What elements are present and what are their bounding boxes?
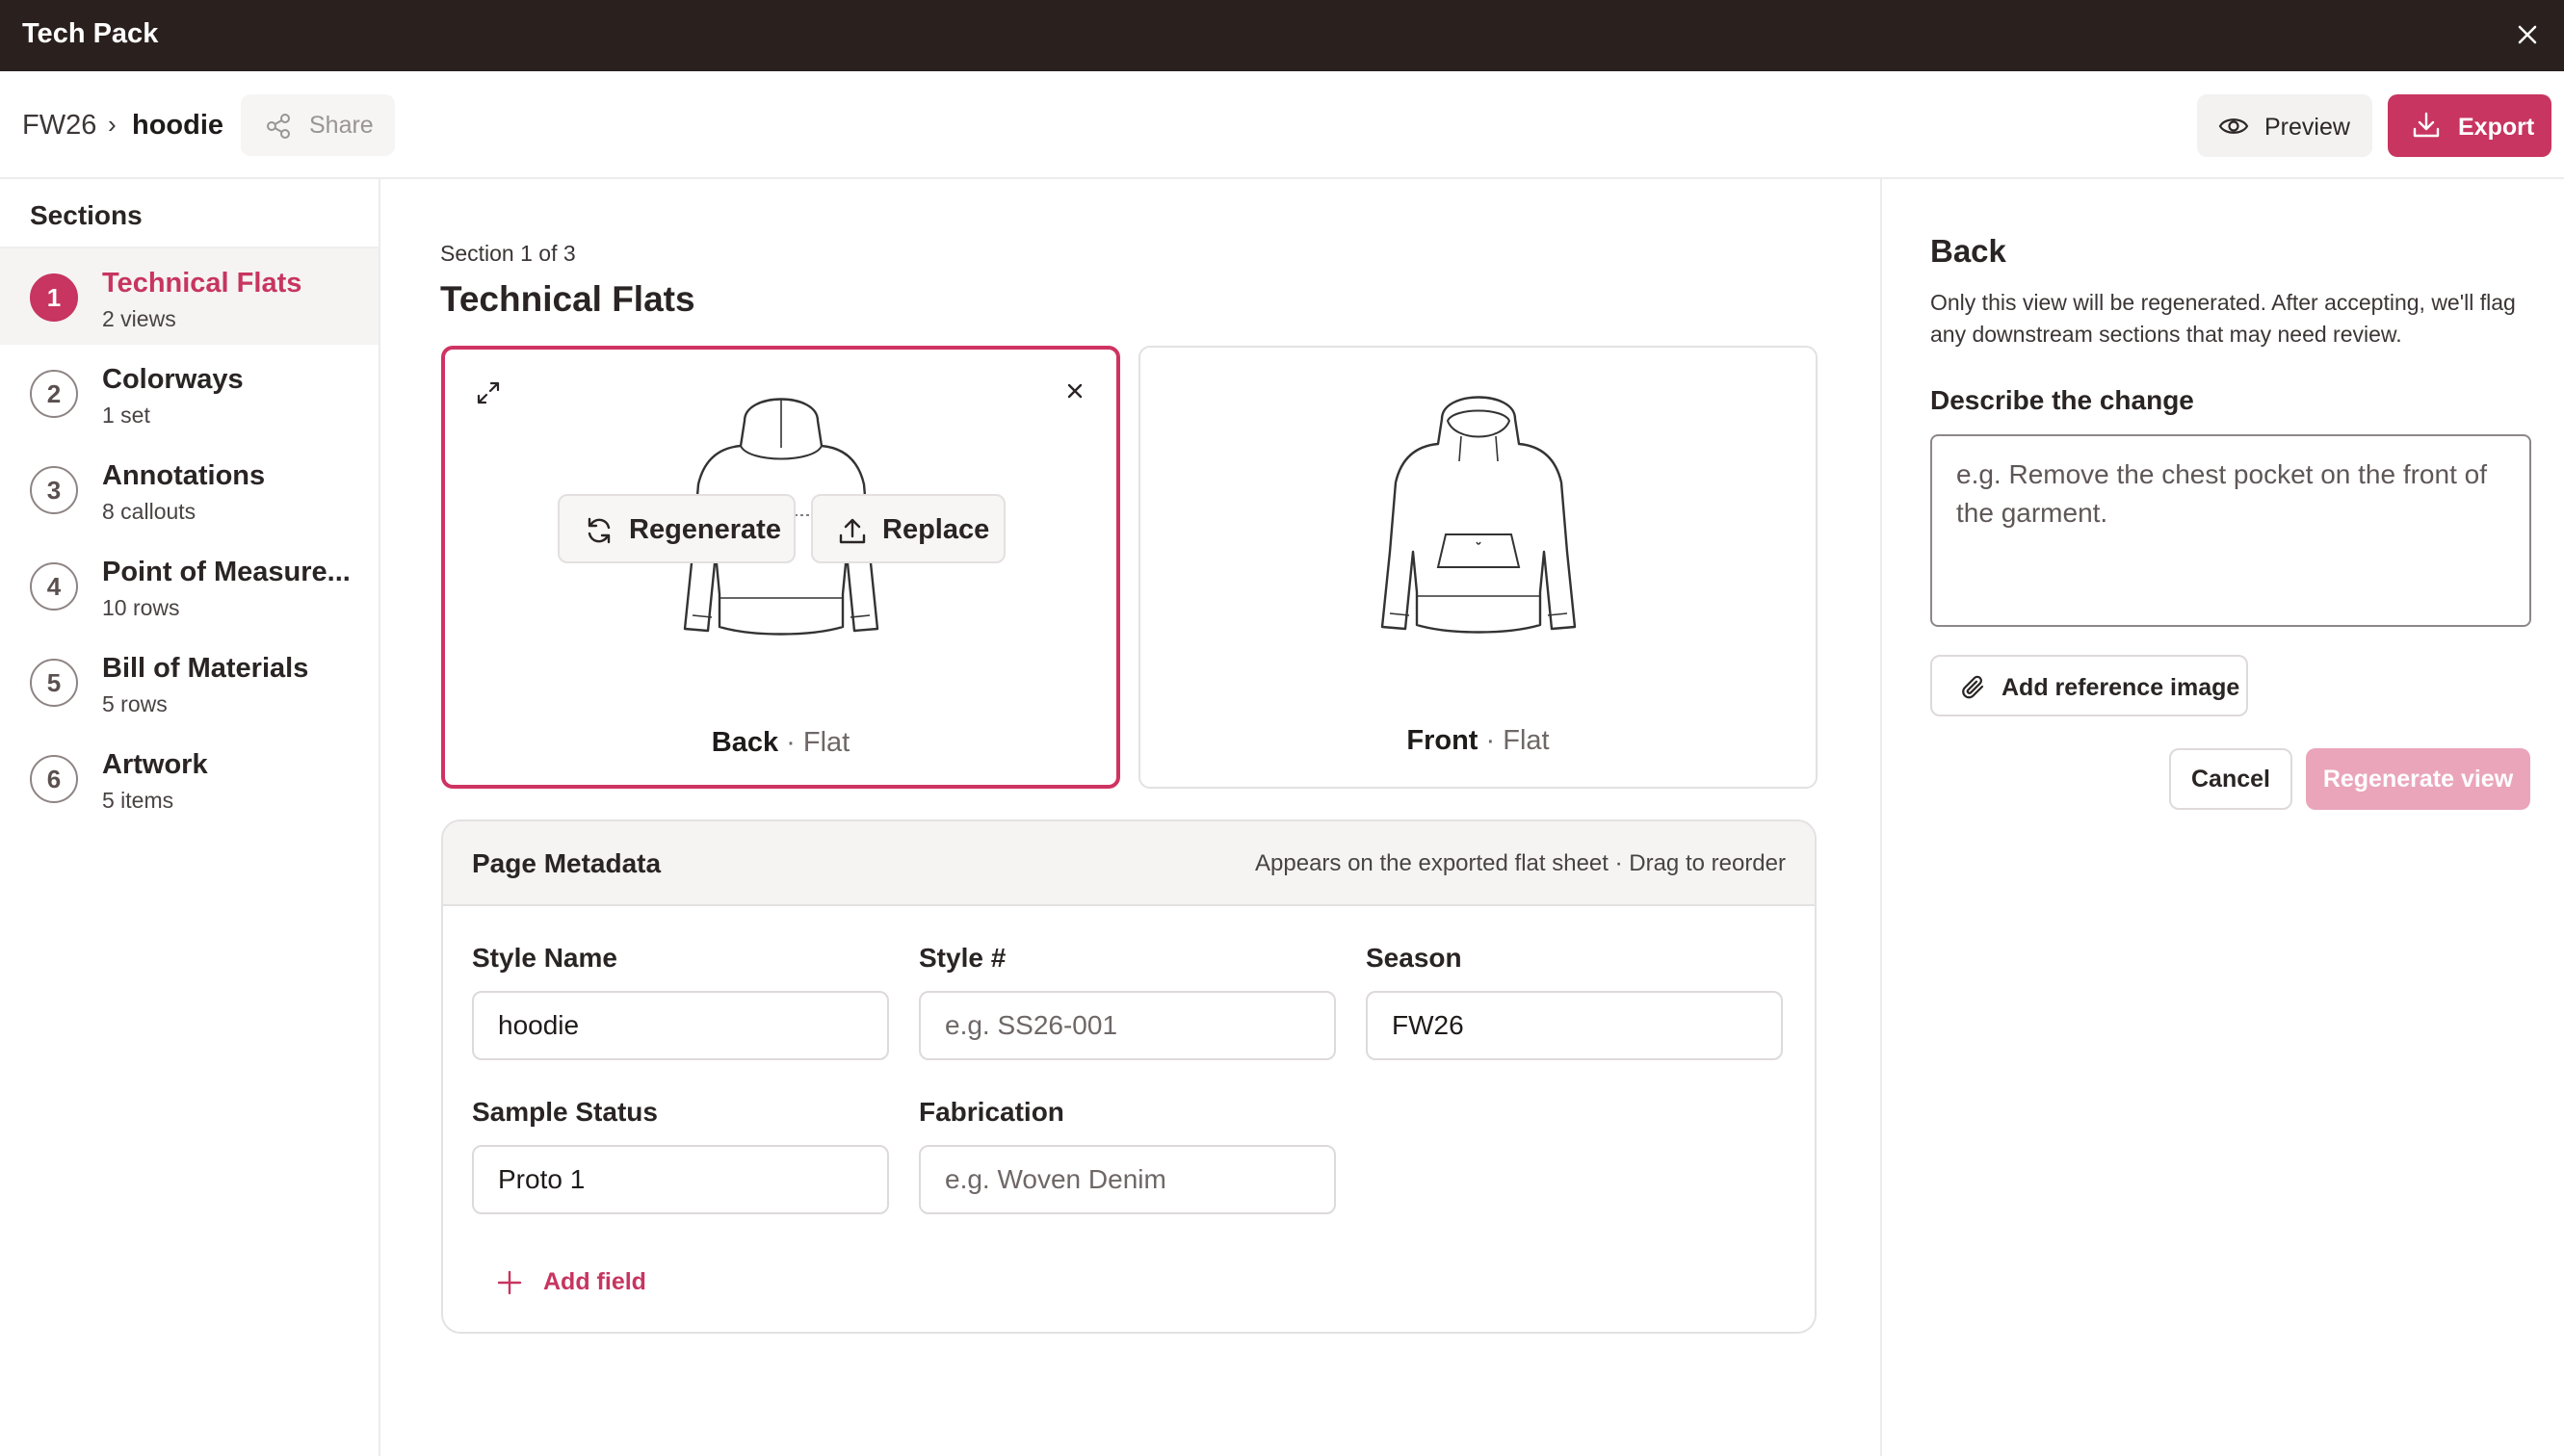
section-number: 5 bbox=[30, 659, 78, 707]
paperclip-icon bbox=[1962, 675, 1984, 699]
view-type: Flat bbox=[1503, 725, 1550, 756]
share-icon bbox=[267, 114, 290, 139]
style-name-label: Style Name bbox=[472, 943, 617, 973]
add-reference-image-label: Add reference image bbox=[2001, 674, 2240, 701]
section-count: 5 rows bbox=[102, 691, 168, 716]
header-bar: FW26 › hoodie Share Preview Export bbox=[0, 71, 2564, 179]
section-name: Annotations bbox=[102, 460, 266, 491]
section-count: 5 items bbox=[102, 788, 174, 813]
refresh-icon bbox=[588, 517, 611, 544]
view-card-front[interactable]: Front · Flat bbox=[1138, 346, 1818, 789]
metadata-header: Page Metadata Appears on the exported fl… bbox=[443, 821, 1815, 906]
style-name-input[interactable] bbox=[472, 991, 889, 1060]
download-icon bbox=[2413, 112, 2440, 138]
section-number: 4 bbox=[30, 562, 78, 611]
section-count: 8 callouts bbox=[102, 499, 196, 524]
preview-label: Preview bbox=[2264, 114, 2350, 141]
breadcrumb-collection[interactable]: FW26 bbox=[22, 110, 96, 142]
section-name: Point of Measure... bbox=[102, 557, 351, 587]
section-name: Technical Flats bbox=[102, 268, 302, 299]
window-title: Tech Pack bbox=[22, 18, 159, 49]
caption-separator: · bbox=[786, 727, 796, 758]
regenerate-panel: Back Only this view will be regenerated.… bbox=[1880, 179, 2564, 1456]
section-number: 3 bbox=[30, 466, 78, 514]
season-label: Season bbox=[1366, 943, 1462, 973]
sidebar-item-artwork[interactable]: 6 Artwork 5 items bbox=[0, 730, 379, 826]
style-number-input[interactable] bbox=[919, 991, 1336, 1060]
breadcrumb-separator: › bbox=[108, 110, 117, 139]
close-icon bbox=[2518, 25, 2537, 44]
fabrication-input[interactable] bbox=[919, 1145, 1336, 1214]
caption-separator: · bbox=[1485, 725, 1496, 756]
share-button[interactable]: Share bbox=[241, 94, 395, 156]
replace-label: Replace bbox=[882, 514, 990, 545]
season-input[interactable] bbox=[1366, 991, 1783, 1060]
sidebar-item-technical-flats[interactable]: 1 Technical Flats 2 views bbox=[0, 248, 379, 345]
page-metadata-panel: Page Metadata Appears on the exported fl… bbox=[441, 819, 1817, 1334]
view-card-back[interactable]: Regenerate Replace Back · Flat bbox=[441, 346, 1120, 789]
breadcrumb-current: hoodie bbox=[132, 110, 224, 141]
sidebar-item-bill-of-materials[interactable]: 5 Bill of Materials 5 rows bbox=[0, 634, 379, 730]
eye-icon bbox=[2218, 118, 2249, 134]
describe-change-label: Describe the change bbox=[1930, 385, 2194, 415]
preview-button[interactable]: Preview bbox=[2197, 94, 2372, 157]
replace-button[interactable]: Replace bbox=[811, 494, 1006, 563]
main-content: Section 1 of 3 Technical Flats Regenerat… bbox=[382, 179, 1879, 1456]
view-caption: Front · Flat bbox=[1140, 725, 1816, 757]
section-name: Colorways bbox=[102, 364, 244, 395]
metadata-title: Page Metadata bbox=[472, 848, 662, 878]
panel-title: Back bbox=[1930, 233, 2006, 269]
section-count: 2 views bbox=[102, 306, 176, 331]
remove-view-button[interactable] bbox=[1053, 369, 1097, 413]
section-count: 10 rows bbox=[102, 595, 180, 620]
export-label: Export bbox=[2458, 114, 2535, 141]
cancel-button[interactable]: Cancel bbox=[2169, 748, 2292, 810]
share-label: Share bbox=[309, 112, 374, 139]
view-caption: Back · Flat bbox=[445, 727, 1116, 759]
section-number: 6 bbox=[30, 755, 78, 803]
describe-change-textarea[interactable] bbox=[1930, 434, 2531, 627]
close-icon bbox=[1067, 383, 1083, 399]
sidebar-item-colorways[interactable]: 2 Colorways 1 set bbox=[0, 345, 379, 441]
section-name: Bill of Materials bbox=[102, 653, 309, 684]
view-type: Flat bbox=[802, 727, 850, 758]
section-name: Artwork bbox=[102, 749, 208, 780]
sidebar-item-point-of-measure[interactable]: 4 Point of Measure... 10 rows bbox=[0, 537, 379, 634]
expand-icon bbox=[477, 381, 500, 404]
section-count: 1 set bbox=[102, 403, 150, 428]
export-button[interactable]: Export bbox=[2388, 94, 2551, 157]
add-reference-image-button[interactable]: Add reference image bbox=[1930, 655, 2248, 716]
section-number: 1 bbox=[30, 273, 78, 322]
view-name: Back bbox=[711, 727, 779, 758]
panel-description: Only this view will be regenerated. Afte… bbox=[1930, 290, 2516, 347]
add-field-label: Add field bbox=[543, 1268, 646, 1295]
section-number: 2 bbox=[30, 370, 78, 418]
regenerate-label: Regenerate bbox=[629, 514, 781, 545]
sample-status-label: Sample Status bbox=[472, 1097, 658, 1127]
fabrication-label: Fabrication bbox=[919, 1097, 1064, 1127]
close-window-button[interactable] bbox=[2506, 13, 2549, 56]
upload-icon bbox=[839, 518, 866, 544]
page-title: Technical Flats bbox=[440, 279, 695, 319]
regenerate-button[interactable]: Regenerate bbox=[558, 494, 796, 563]
sidebar-item-annotations[interactable]: 3 Annotations 8 callouts bbox=[0, 441, 379, 537]
sidebar-heading: Sections bbox=[30, 200, 143, 230]
metadata-hint: Appears on the exported flat sheet · Dra… bbox=[1255, 850, 1786, 876]
expand-button[interactable] bbox=[464, 369, 512, 417]
sections-sidebar: Sections 1 Technical Flats 2 views 2 Col… bbox=[0, 179, 380, 1456]
view-name: Front bbox=[1406, 725, 1478, 756]
plus-icon bbox=[497, 1270, 522, 1295]
regenerate-view-button[interactable]: Regenerate view bbox=[2306, 748, 2530, 810]
title-bar: Tech Pack bbox=[0, 0, 2564, 71]
hoodie-front-flat-image bbox=[1380, 396, 1576, 634]
style-number-label: Style # bbox=[919, 943, 1007, 973]
sample-status-input[interactable] bbox=[472, 1145, 889, 1214]
section-progress: Section 1 of 3 bbox=[440, 241, 576, 266]
